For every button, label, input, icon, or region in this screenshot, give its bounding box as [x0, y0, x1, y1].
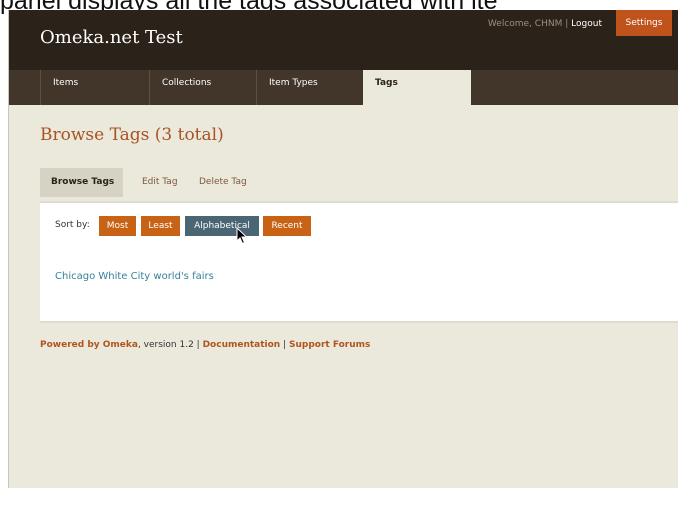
user-area: Welcome, CHNM | Logout — [488, 19, 602, 29]
tab-items[interactable]: Items — [40, 70, 149, 105]
subnav-delete-tag[interactable]: Delete Tag — [199, 168, 247, 197]
page-title: Browse Tags (3 total) — [40, 125, 224, 145]
omeka-admin-window: Omeka.net Test Welcome, CHNM | Logout Se… — [8, 10, 678, 488]
mouse-pointer-icon — [236, 227, 248, 245]
tag-cloud-link[interactable]: Chicago White City world's fairs — [55, 271, 214, 282]
sort-label: Sort by: — [55, 220, 90, 230]
tags-panel: Sort by: Most Least Alphabetical Recent … — [40, 201, 678, 323]
subnav-edit-tag[interactable]: Edit Tag — [142, 168, 178, 197]
sort-most-button[interactable]: Most — [99, 216, 136, 236]
logout-link[interactable]: Logout — [571, 19, 602, 29]
settings-button[interactable]: Settings — [616, 10, 672, 36]
main-nav: Items Collections Item Types Tags — [9, 70, 678, 105]
site-title[interactable]: Omeka.net Test — [40, 27, 183, 48]
welcome-text: Welcome, CHNM — [487, 19, 563, 29]
powered-by-link[interactable]: Powered by Omeka — [40, 340, 138, 350]
support-forums-link[interactable]: Support Forums — [289, 340, 370, 350]
footer: Powered by Omeka, version 1.2 | Document… — [40, 340, 370, 350]
header-bar: Omeka.net Test Welcome, CHNM | Logout Se… — [9, 10, 678, 70]
footer-separator: | — [280, 340, 289, 350]
tab-item-types[interactable]: Item Types — [256, 70, 363, 105]
tab-tags[interactable]: Tags — [363, 70, 471, 105]
tab-collections[interactable]: Collections — [149, 70, 256, 105]
sort-recent-button[interactable]: Recent — [263, 216, 311, 236]
documentation-link[interactable]: Documentation — [203, 340, 281, 350]
version-text: , version 1.2 | — [137, 340, 203, 350]
sort-least-button[interactable]: Least — [141, 216, 180, 236]
subnav-browse-tags[interactable]: Browse Tags — [40, 168, 124, 197]
separator: | — [565, 19, 569, 29]
